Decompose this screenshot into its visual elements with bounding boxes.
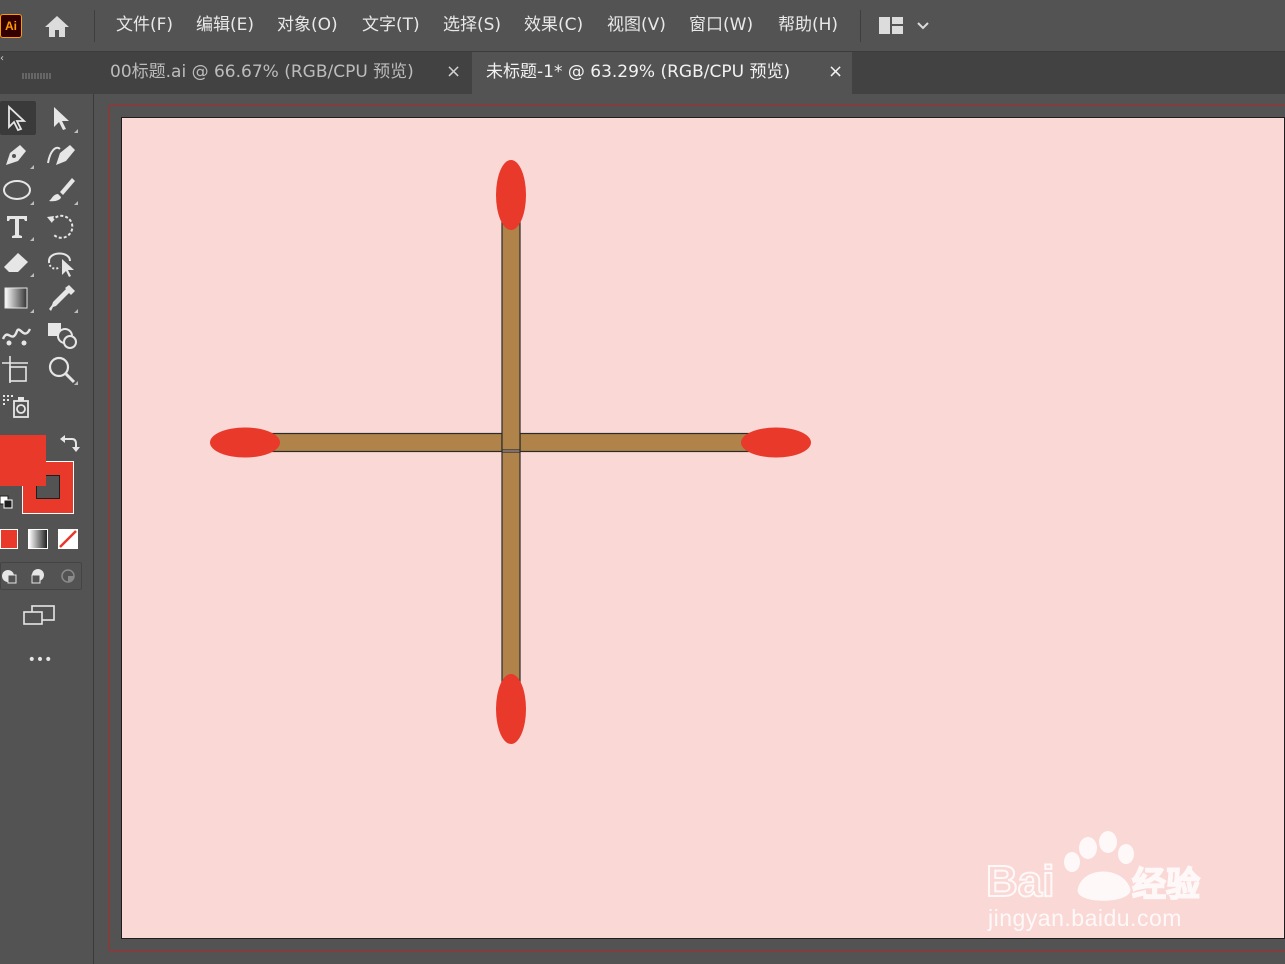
svg-text:经验: 经验 <box>1132 865 1200 905</box>
match-head-top[interactable] <box>496 160 526 230</box>
match-cross-artwork[interactable] <box>0 0 1285 964</box>
match-stick-bottom[interactable] <box>501 451 521 693</box>
svg-text:Bai: Bai <box>986 857 1054 906</box>
watermark-url: jingyan.baidu.com <box>988 905 1182 931</box>
match-stick-left[interactable] <box>249 432 503 453</box>
match-head-left[interactable] <box>210 427 280 458</box>
match-head-right[interactable] <box>741 427 811 458</box>
match-stick-top[interactable] <box>501 209 521 451</box>
match-head-bottom[interactable] <box>496 674 526 744</box>
